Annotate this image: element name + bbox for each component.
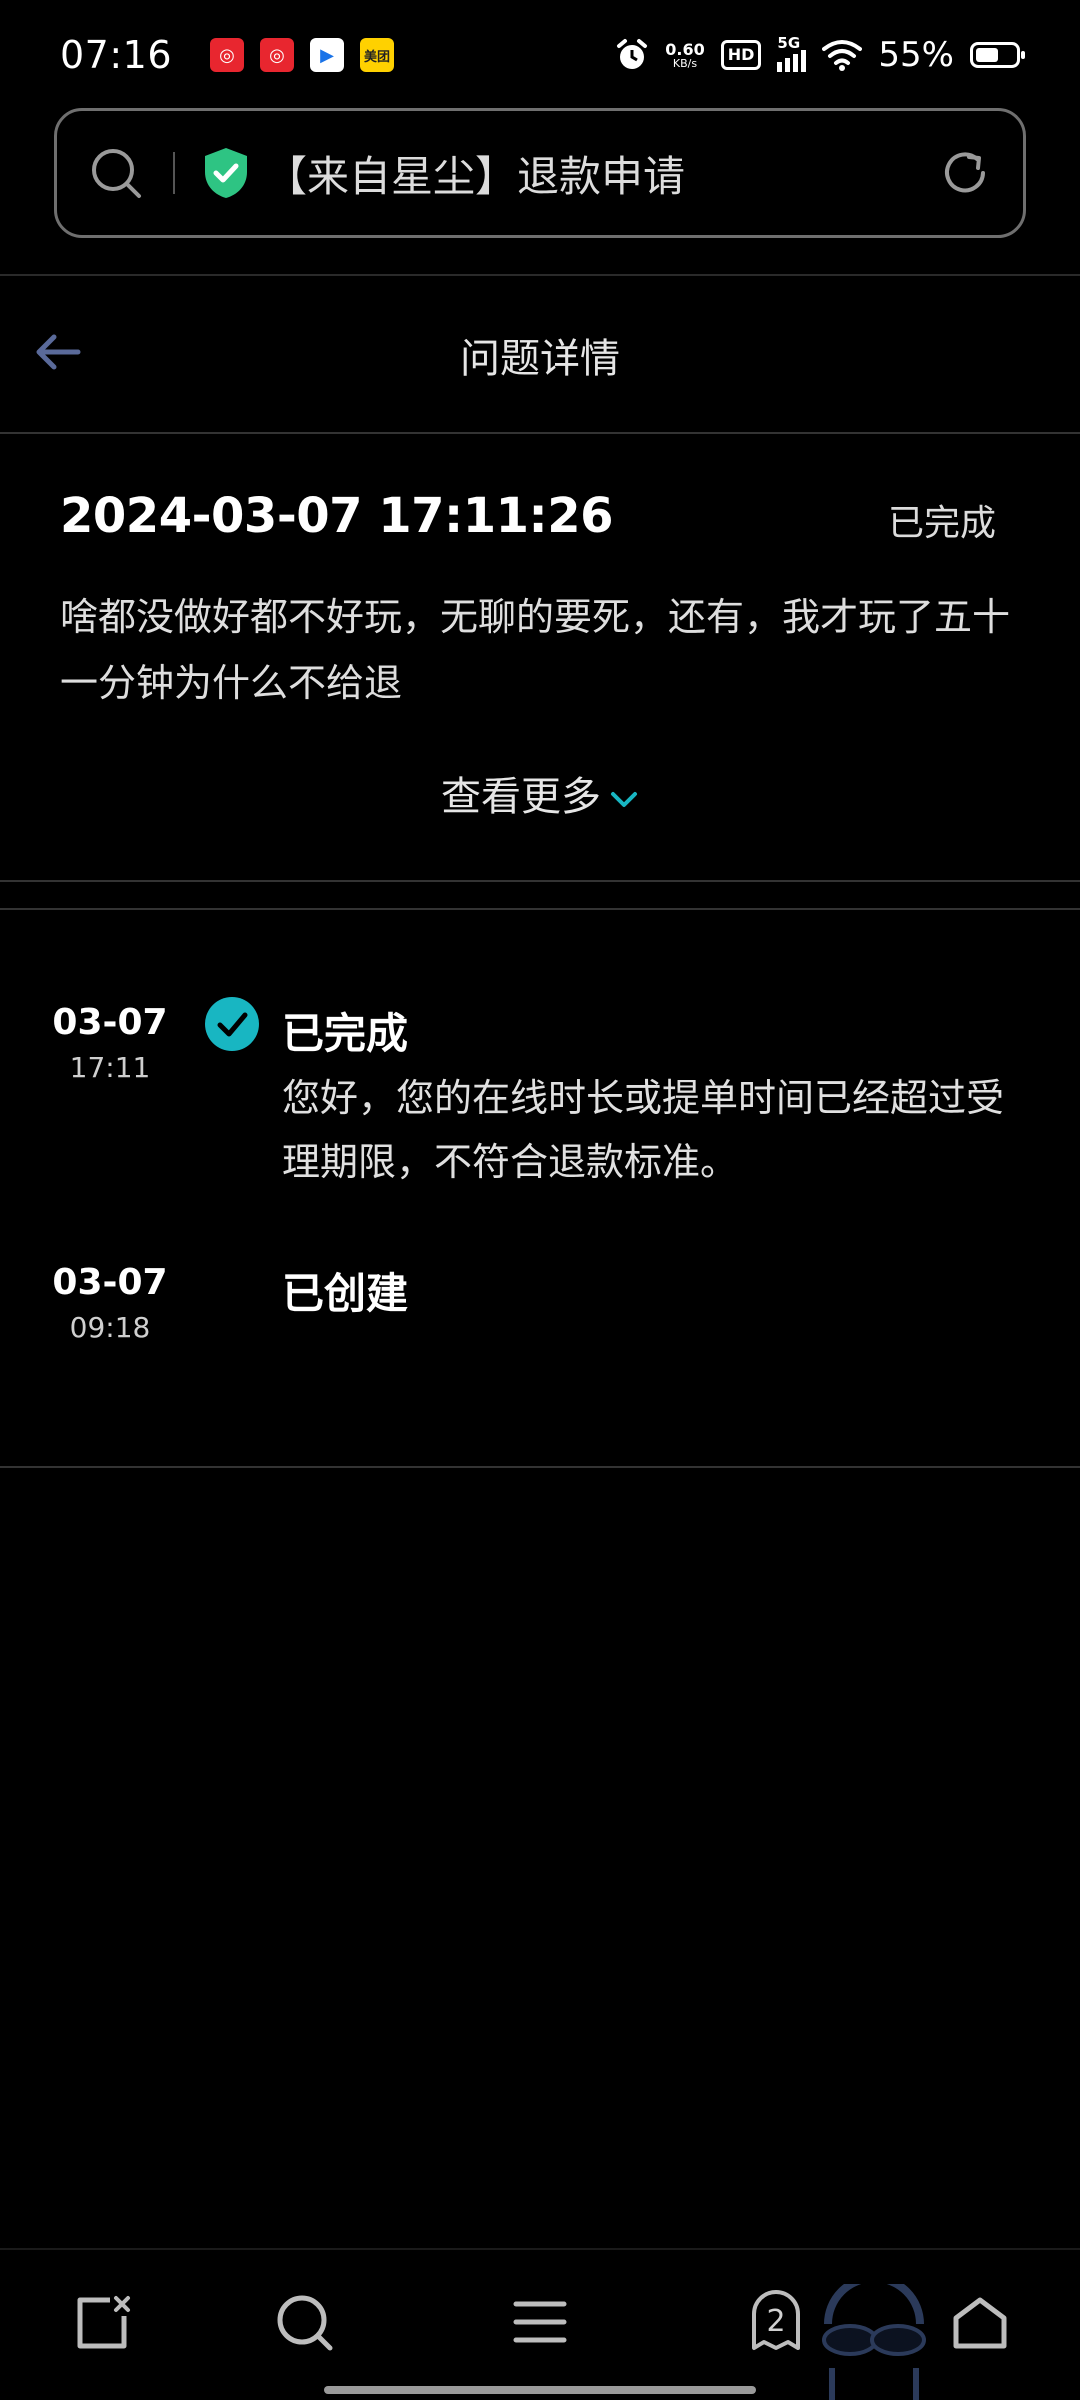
wifi-icon (822, 40, 863, 71)
divider (0, 432, 1080, 434)
net-speed-unit: KB/s (672, 56, 698, 70)
tab-count: 2 (766, 2304, 786, 2339)
netease-music-icon: ◎ (210, 38, 245, 72)
divider (0, 1466, 1080, 1468)
divider (0, 908, 1080, 910)
net-speed: 0.60 KB/s (665, 39, 705, 70)
menu-icon[interactable] (508, 2290, 572, 2354)
timeline-time: 09:18 (69, 1311, 151, 1344)
tabs-button[interactable]: 2 (744, 2290, 808, 2354)
youku-icon: ▶ (310, 38, 345, 72)
status-right: 0.60 KB/s HD 5G 55% (615, 34, 1025, 75)
meituan-icon: 美团 (360, 38, 395, 72)
bottom-nav: 2 (0, 2250, 1080, 2400)
issue-status: 已完成 (887, 503, 996, 544)
battery-icon (970, 42, 1025, 68)
address-separator (173, 152, 175, 194)
hd-icon: HD (720, 40, 762, 70)
timeline-date: 03-07 09:18 (40, 1262, 180, 1344)
address-bar[interactable]: 【来自星尘】退款申请 (54, 108, 1026, 238)
see-more-label: 查看更多 (441, 774, 601, 820)
timeline-day: 03-07 (52, 1002, 168, 1043)
status-left: 07:16 ◎ ◎ ▶ 美团 (60, 33, 395, 77)
home-icon[interactable] (948, 2290, 1012, 2354)
page: 07:16 ◎ ◎ ▶ 美团 0.60 KB/s HD 5G 55% 【来自星尘… (0, 0, 1080, 2400)
divider (0, 274, 1080, 276)
nav-header: 问题详情 (0, 280, 1080, 430)
page-title: 问题详情 (460, 336, 620, 382)
mascot-icon (822, 2284, 926, 2400)
search-icon[interactable] (89, 146, 143, 200)
timeline-title: 已完成 (282, 1009, 409, 1058)
alarm-icon (617, 39, 648, 69)
home-indicator[interactable] (324, 2386, 756, 2394)
see-more-button[interactable]: 查看更多 (0, 764, 1080, 822)
page-url-title[interactable]: 【来自星尘】退款申请 (265, 143, 939, 204)
issue-datetime: 2024-03-07 17:11:26 (60, 488, 614, 544)
net-speed-value: 0.60 (665, 39, 705, 59)
timeline-time: 17:11 (69, 1051, 151, 1084)
timeline-title: 已创建 (282, 1269, 409, 1318)
timeline-day: 03-07 (52, 1262, 168, 1303)
divider (0, 880, 1080, 882)
issue-description: 啥都没做好都不好玩，无聊的要死，还有，我才玩了五十一分钟为什么不给退 (60, 595, 1011, 705)
refresh-icon[interactable] (939, 147, 991, 199)
check-circle-icon (205, 997, 259, 1051)
status-time: 07:16 (60, 33, 173, 77)
timeline-date: 03-07 17:11 (40, 1002, 180, 1084)
timeline-description: 您好，您的在线时长或提单时间已经超过受理期限，不符合退款标准。 (282, 1076, 1005, 1184)
netease-music-icon: ◎ (260, 38, 295, 72)
new-tab-icon[interactable] (70, 2290, 134, 2354)
signal-icon: 5G (777, 34, 807, 72)
shield-icon (205, 148, 247, 198)
chevron-down-icon (611, 792, 637, 807)
battery-percent: 55% (878, 35, 954, 75)
status-bar: 07:16 ◎ ◎ ▶ 美团 0.60 KB/s HD 5G 55% (0, 0, 1080, 110)
network-type: 5G (777, 34, 801, 52)
search-icon[interactable] (272, 2290, 336, 2354)
